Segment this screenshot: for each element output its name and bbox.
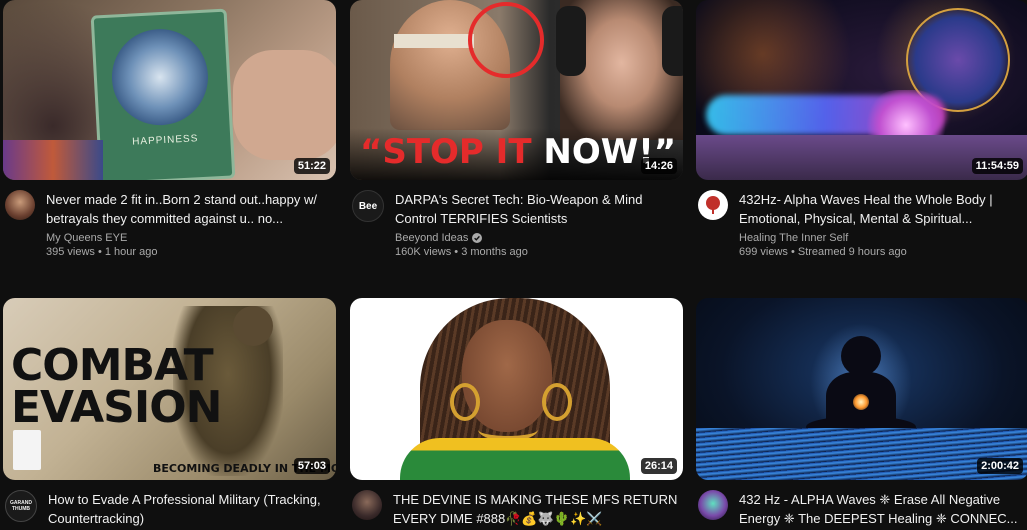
channel-name-text: Healing The Inner Self: [739, 232, 849, 244]
thumbnail-title-line-2: EVASION: [11, 382, 222, 433]
channel-name[interactable]: My Queens EYE: [46, 232, 336, 244]
video-thumbnail[interactable]: 11:54:59: [696, 0, 1027, 180]
video-card[interactable]: COMBAT EVASION BECOMING DEADLY IN THE MO…: [3, 298, 336, 528]
channel-avatar[interactable]: Bee: [352, 190, 384, 222]
video-duration: 26:14: [640, 458, 677, 474]
video-stats: 395 views • 1 hour ago: [46, 246, 158, 258]
green-yellow-top: [400, 438, 630, 480]
video-duration: 2:00:42: [977, 458, 1023, 474]
channel-name-text: Beeyond Ideas: [395, 232, 469, 244]
video-stats: 160K views • 3 months ago: [395, 246, 528, 258]
video-thumbnail[interactable]: “STOP IT NOW!” 14:26: [350, 0, 683, 180]
channel-name-text: My Queens EYE: [46, 232, 128, 244]
verified-icon: [472, 233, 483, 243]
channel-name[interactable]: Healing The Inner Self: [739, 232, 1027, 244]
video-thumbnail[interactable]: HAPPINESS 51:22: [3, 0, 336, 180]
channel-avatar[interactable]: [5, 190, 35, 220]
video-title[interactable]: How to Evade A Professional Military (Tr…: [48, 490, 336, 528]
headline-red: “STOP IT: [360, 132, 532, 172]
video-card[interactable]: 11:54:59 432Hz- Alpha Waves Heal the Who…: [696, 0, 1027, 258]
video-duration: 51:22: [293, 158, 330, 174]
thumbnail-text: HAPPINESS: [131, 133, 199, 148]
channel-avatar[interactable]: [698, 490, 728, 520]
channel-avatar[interactable]: GARAND THUMB: [5, 490, 37, 522]
video-card[interactable]: 2:00:42 432 Hz - ALPHA Waves ❈ Erase All…: [696, 298, 1027, 528]
video-duration: 11:54:59: [971, 158, 1023, 174]
brand-logo-icon: [13, 430, 41, 470]
avatar-label: Bee: [358, 200, 378, 212]
video-title[interactable]: 432 Hz - ALPHA Waves ❈ Erase All Negativ…: [739, 490, 1027, 528]
meditating-figure: [841, 336, 881, 376]
tarot-card-image: HAPPINESS: [90, 8, 236, 180]
video-title[interactable]: DARPA's Secret Tech: Bio-Weapon & Mind C…: [395, 190, 683, 228]
channel-avatar[interactable]: [352, 490, 382, 520]
video-thumbnail[interactable]: COMBAT EVASION BECOMING DEADLY IN THE MO…: [3, 298, 336, 480]
video-title[interactable]: 432Hz- Alpha Waves Heal the Whole Body |…: [739, 190, 1027, 228]
video-title[interactable]: THE DEVINE IS MAKING THESE MFS RETURN EV…: [393, 490, 683, 528]
video-card[interactable]: 26:14 THE DEVINE IS MAKING THESE MFS RET…: [350, 298, 683, 528]
video-duration: 57:03: [293, 458, 330, 474]
channel-name[interactable]: Beeyond Ideas: [395, 232, 683, 244]
video-stats: 699 views • Streamed 9 hours ago: [739, 246, 907, 258]
video-thumbnail[interactable]: 2:00:42: [696, 298, 1027, 480]
red-circle-highlight: [468, 2, 544, 78]
avatar-label: GARAND THUMB: [10, 500, 32, 512]
video-card[interactable]: “STOP IT NOW!” 14:26 Bee DARPA's Secret …: [350, 0, 683, 258]
video-card[interactable]: HAPPINESS 51:22 Never made 2 fit in..Bor…: [3, 0, 336, 258]
tree-logo-icon: [706, 196, 720, 214]
channel-avatar[interactable]: [698, 190, 728, 220]
video-duration: 14:26: [640, 158, 677, 174]
video-thumbnail[interactable]: 26:14: [350, 298, 683, 480]
video-title[interactable]: Never made 2 fit in..Born 2 stand out..h…: [46, 190, 336, 228]
thumbnail-headline: “STOP IT NOW!”: [360, 132, 676, 172]
